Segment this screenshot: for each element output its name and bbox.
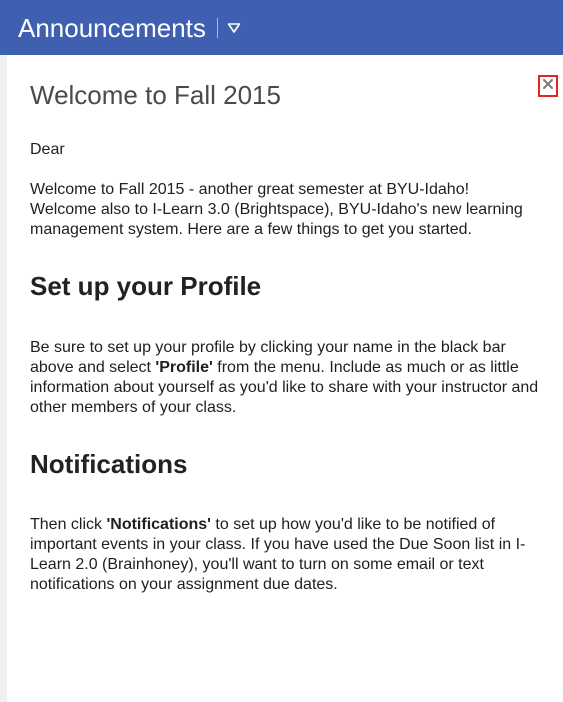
announcement-title: Welcome to Fall 2015 xyxy=(30,80,281,110)
header-divider xyxy=(216,17,218,38)
greeting-text: Dear xyxy=(30,141,65,158)
notifications-text-before: Then click xyxy=(30,516,107,533)
profile-heading: Set up your Profile xyxy=(30,271,262,301)
widget-title: Announcements xyxy=(18,13,206,43)
chevron-down-icon[interactable] xyxy=(226,20,242,36)
notifications-heading: Notifications xyxy=(30,449,188,479)
profile-paragraph: Be sure to set up your profile by clicki… xyxy=(30,338,553,418)
announcement-item: Welcome to Fall 2015 Dear Welcome to Fal… xyxy=(30,78,553,595)
notifications-bold-label: 'Notifications' xyxy=(106,516,211,533)
intro-paragraph: Welcome to Fall 2015 - another great sem… xyxy=(30,181,523,238)
announcements-header: Announcements xyxy=(0,0,563,55)
notifications-paragraph: Then click 'Notifications' to set up how… xyxy=(30,515,530,595)
left-gutter xyxy=(0,55,7,702)
profile-bold-label: 'Profile' xyxy=(155,359,213,376)
